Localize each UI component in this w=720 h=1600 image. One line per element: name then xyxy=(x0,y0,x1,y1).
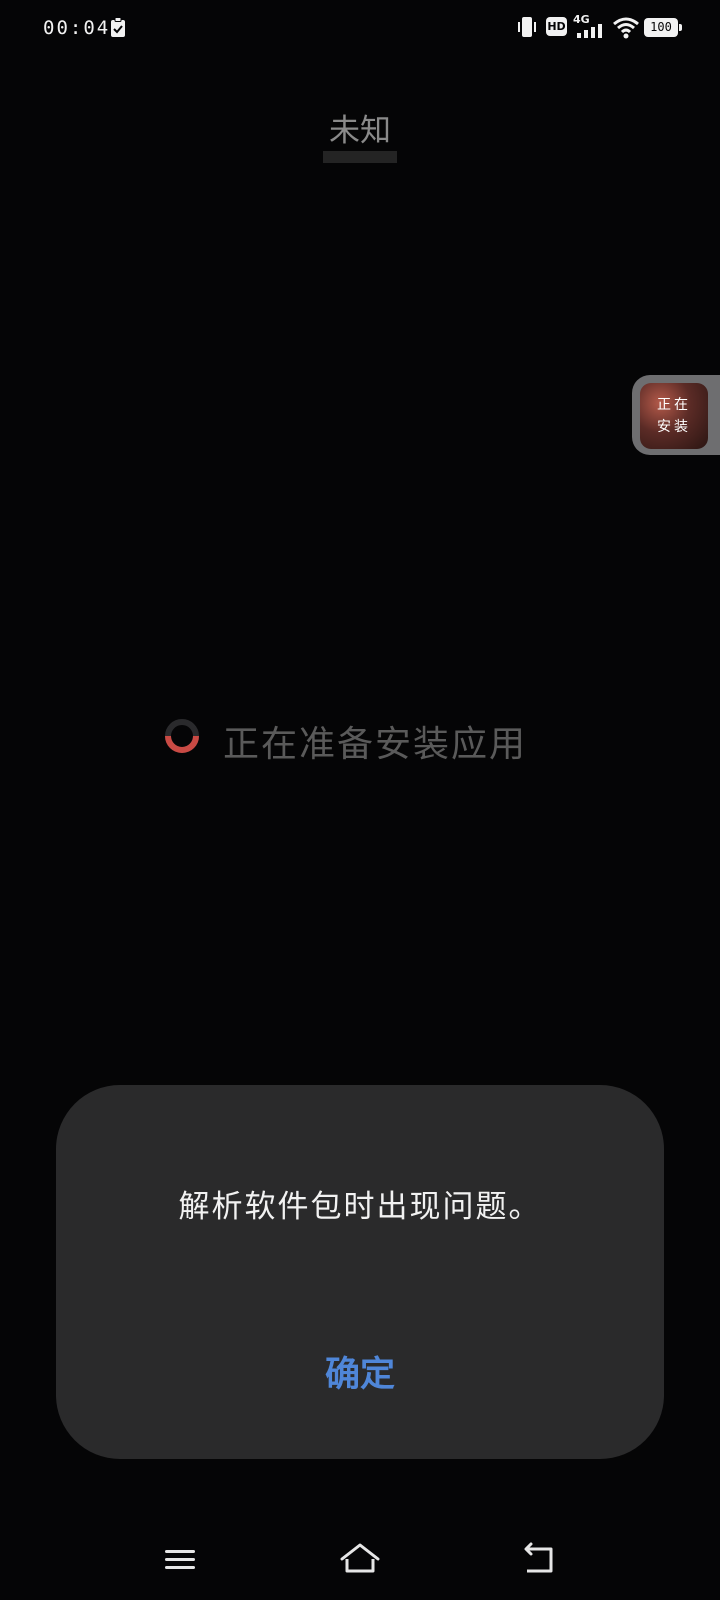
dialog-message: 解析软件包时出现问题。 xyxy=(178,1189,542,1225)
bubble-text-line1: 正在 xyxy=(657,397,691,413)
hd-label: HD xyxy=(547,20,566,33)
battery-icon: 100 xyxy=(644,18,682,37)
floating-install-bubble[interactable]: 正在 安装 xyxy=(632,375,720,455)
hd-icon: HD xyxy=(546,17,567,36)
home-icon[interactable] xyxy=(336,1540,384,1580)
app-name: 未知 xyxy=(0,113,720,163)
bubble-text-line2: 安装 xyxy=(657,419,691,435)
signal-bars-icon xyxy=(577,24,602,38)
clipboard-check-icon xyxy=(111,17,125,37)
app-name-label: 未知 xyxy=(323,113,397,163)
battery-level: 100 xyxy=(650,20,672,34)
confirm-button[interactable]: 确定 xyxy=(290,1343,430,1407)
back-icon[interactable] xyxy=(515,1540,563,1580)
error-dialog: 解析软件包时出现问题。 确定 xyxy=(56,1085,664,1459)
loading-spinner-icon xyxy=(165,719,199,753)
menu-icon[interactable] xyxy=(156,1540,204,1580)
vibrate-icon xyxy=(518,17,536,37)
bubble-text: 正在 安装 xyxy=(640,394,708,438)
signal-4g-icon: 4G xyxy=(573,13,607,39)
install-thumbnail: 正在 安装 xyxy=(640,383,708,449)
progress-text: 正在准备安装应用 xyxy=(223,724,528,765)
battery-tip xyxy=(679,24,682,31)
wifi-icon xyxy=(613,17,639,39)
status-time: 00:04 xyxy=(43,17,111,39)
navigation-bar xyxy=(0,1520,720,1600)
status-bar: 00:04 HD 4G 100 xyxy=(0,0,720,58)
